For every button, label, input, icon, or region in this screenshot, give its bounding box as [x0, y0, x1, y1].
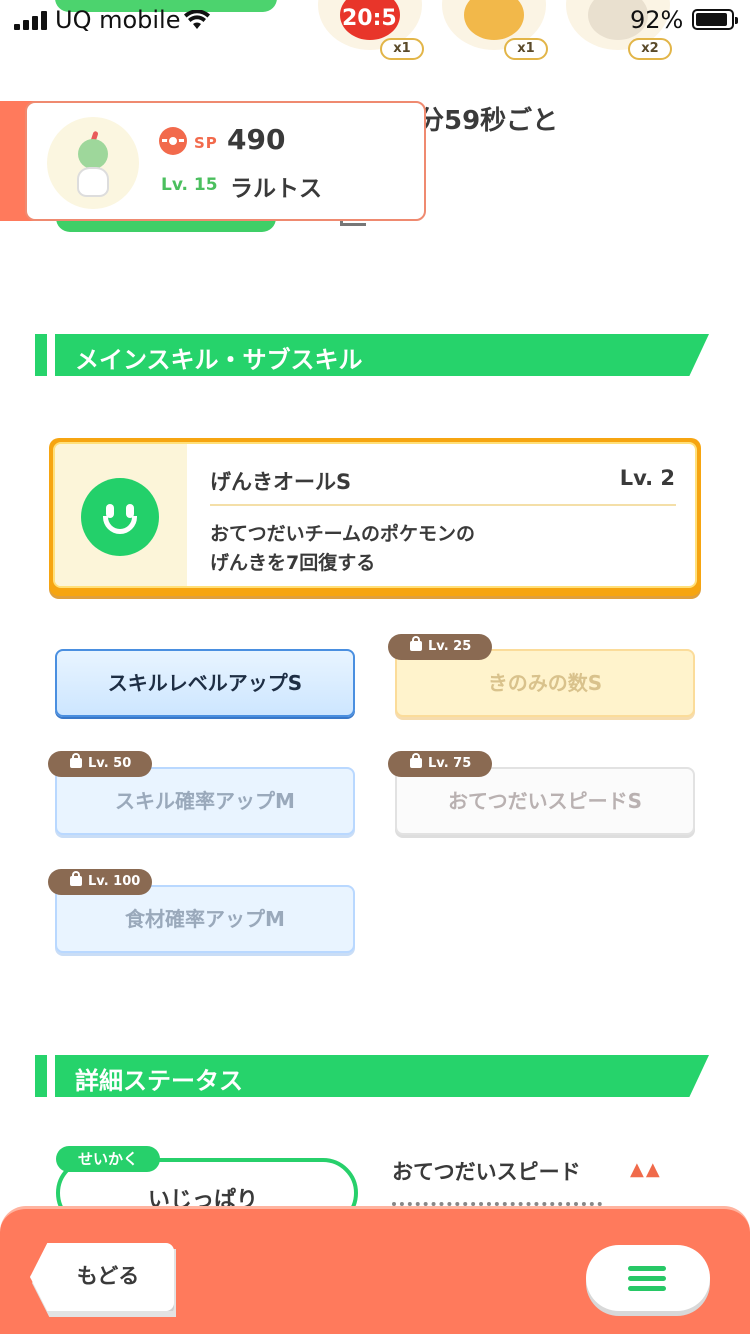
nature-effect-label: おてつだいスピード [392, 1160, 581, 1184]
description-line: げんきを7回復する [210, 552, 376, 574]
menu-button[interactable] [586, 1245, 710, 1311]
nature-tag: せいかく [56, 1146, 160, 1172]
main-skill-level: Lv. 2 [619, 466, 675, 490]
lock-level-text: Lv. 25 [428, 639, 472, 654]
description-line: おてつだいチームのポケモンの [210, 523, 476, 545]
section-title: メインスキル・サブスキル [75, 346, 363, 374]
main-skill-card[interactable]: げんきオールS Lv. 2 おてつだいチームのポケモンの げんきを7回復する [49, 438, 701, 596]
pokemon-header-card: SP 490 Lv. 15 ラルトス [25, 101, 426, 221]
help-interval-text: 分59秒ごと [418, 106, 559, 136]
wifi-icon [184, 10, 210, 29]
sub-skill-button[interactable]: スキル確率アップM [55, 767, 355, 835]
smile-face-icon [81, 478, 159, 556]
status-bar: UQ mobile 92% [0, 0, 750, 40]
lock-icon [70, 871, 82, 886]
pokemon-avatar [47, 117, 139, 209]
lock-icon [70, 753, 82, 768]
lock-level-badge: Lv. 75 [388, 751, 492, 777]
battery-percent: 92% [630, 6, 684, 34]
lock-level-text: Lv. 100 [88, 874, 141, 889]
divider [210, 504, 676, 506]
bottom-navigation-bar: もどる [0, 1206, 750, 1334]
pokemon-level: Lv. 15 [161, 175, 218, 195]
pokeball-sp-icon [159, 127, 187, 155]
section-title: 詳細ステータス [75, 1067, 243, 1095]
lock-icon [410, 753, 422, 768]
ingredient-qty: x1 [380, 38, 424, 60]
pokemon-name: ラルトス [230, 176, 322, 202]
sub-skill-button[interactable]: おてつだいスピードS [395, 767, 695, 835]
back-button[interactable]: もどる [30, 1243, 174, 1311]
sub-skill-button[interactable]: スキルレベルアップS [55, 649, 355, 717]
lock-icon [410, 636, 422, 651]
main-skill-description: おてつだいチームのポケモンの げんきを7回復する [210, 520, 475, 578]
ingredient-qty: x1 [504, 38, 548, 60]
details-section-header: 詳細ステータス [35, 1055, 709, 1097]
lock-level-badge: Lv. 50 [48, 751, 152, 777]
nature-up-arrows: ▲▲ [630, 1159, 662, 1180]
sub-skill-button[interactable]: 食材確率アップM [55, 885, 355, 953]
signal-strength-icon [14, 10, 47, 30]
lock-level-badge: Lv. 25 [388, 634, 492, 660]
main-skill-name: げんきオールS [210, 470, 352, 494]
lock-level-text: Lv. 75 [428, 756, 472, 771]
ingredient-qty: x2 [628, 38, 672, 60]
lock-level-badge: Lv. 100 [48, 869, 152, 895]
sp-label: SP [194, 134, 218, 152]
skills-section-header: メインスキル・サブスキル [35, 334, 709, 376]
carrier-name: UQ mobile [55, 6, 181, 34]
battery-icon [692, 9, 738, 30]
lock-level-text: Lv. 50 [88, 756, 132, 771]
sp-value: 490 [227, 123, 286, 156]
